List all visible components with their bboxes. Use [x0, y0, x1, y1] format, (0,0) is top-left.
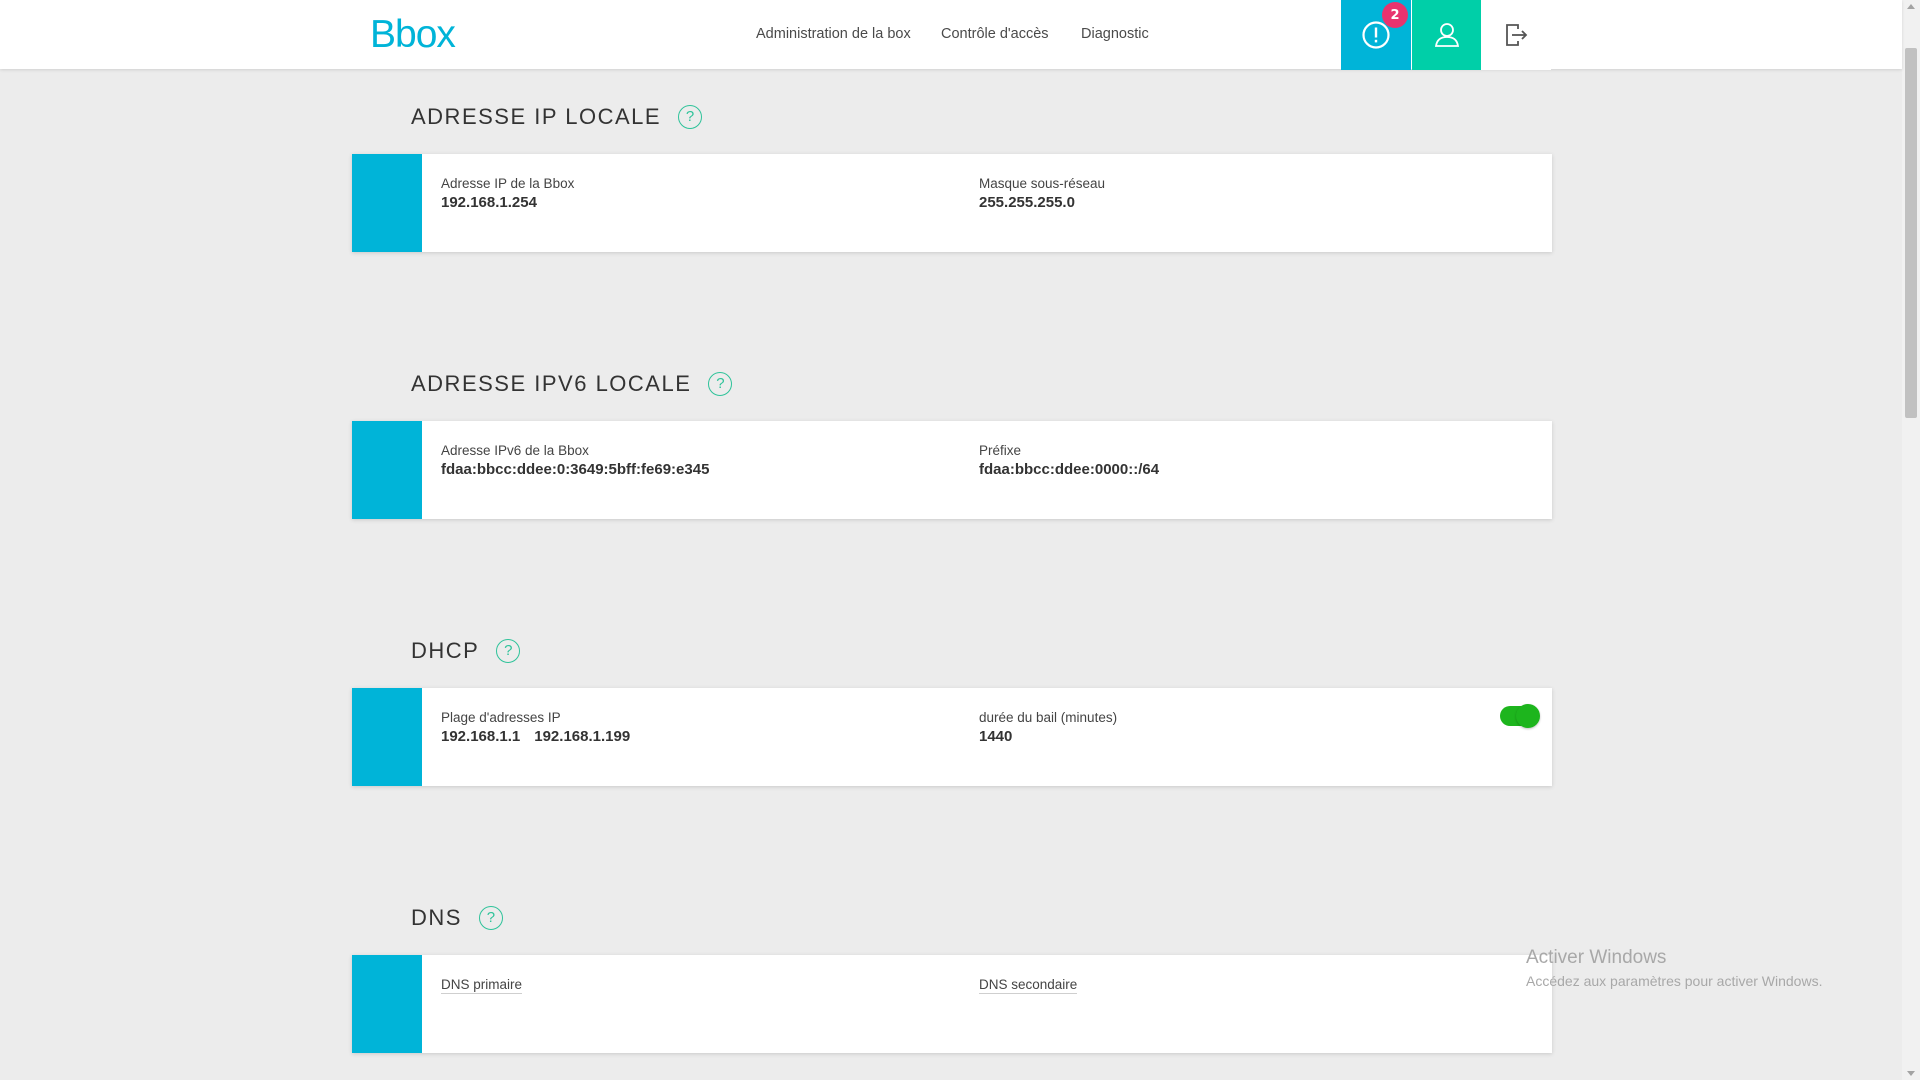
dhcp-toggle[interactable]	[1500, 704, 1540, 728]
subnet-mask-field: Masque sous-réseau 255.255.255.0	[979, 176, 1105, 211]
field-value: fdaa:bbcc:ddee:0000::/64	[979, 461, 1160, 478]
help-icon[interactable]: ?	[678, 105, 703, 129]
field-value: 192.168.1.1 192.168.1.199	[441, 728, 644, 745]
card-accent-bar	[352, 955, 422, 1053]
section-title-dhcp: DHCP ?	[411, 638, 521, 664]
user-icon	[1434, 23, 1460, 47]
ipv6-card: Adresse IPv6 de la Bbox fdaa:bbcc:ddee:0…	[352, 421, 1552, 519]
field-value: fdaa:bbcc:ddee:0:3649:5bff:fe69:e345	[441, 461, 710, 478]
watermark-line2: Accédez aux paramètres pour activer Wind…	[1526, 973, 1823, 989]
scroll-up-arrow-icon[interactable]	[1907, 4, 1915, 9]
nav-access-control[interactable]: Contrôle d'accès	[941, 0, 1049, 69]
lease-duration-field: durée du bail (minutes) 1440	[979, 710, 1117, 745]
scroll-down-arrow-icon[interactable]	[1907, 1071, 1915, 1076]
field-value: 1440	[979, 728, 1013, 745]
ipv6-address-field: Adresse IPv6 de la Bbox fdaa:bbcc:ddee:0…	[441, 443, 709, 478]
help-icon[interactable]: ?	[496, 639, 521, 663]
section-title-ipv4-text: ADRESSE IP LOCALE	[411, 104, 662, 129]
dns-secondary-field: DNS secondaire	[979, 977, 1078, 994]
nav-administration[interactable]: Administration de la box	[756, 0, 911, 69]
nav-diagnostic[interactable]: Diagnostic	[1081, 0, 1149, 69]
alert-count-badge: 2	[1382, 2, 1408, 28]
range-end-value: 192.168.1.199	[534, 728, 631, 745]
help-icon[interactable]: ?	[708, 372, 733, 396]
windows-activation-watermark: Activer Windows Accédez aux paramètres p…	[1526, 947, 1822, 989]
section-title-ipv4: ADRESSE IP LOCALE ?	[411, 104, 703, 130]
scrollbar-thumb[interactable]	[1905, 48, 1917, 418]
ipv4-card: Adresse IP de la Bbox 192.168.1.254 Masq…	[352, 154, 1552, 252]
section-title-dns: DNS ?	[411, 905, 503, 931]
toggle-knob	[1516, 704, 1540, 728]
field-label: DNS secondaire	[979, 977, 1078, 994]
dhcp-card: Plage d'adresses IP 192.168.1.1 192.168.1…	[352, 688, 1552, 786]
section-title-ipv6-text: ADRESSE IPV6 LOCALE	[411, 371, 692, 396]
field-label: Adresse IP de la Bbox	[441, 176, 575, 191]
ipv6-prefix-field: Préfixe fdaa:bbcc:ddee:0000::/64	[979, 443, 1159, 478]
account-button[interactable]	[1412, 0, 1482, 70]
card-accent-bar	[352, 421, 422, 519]
dns-card: DNS primaire DNS secondaire	[352, 955, 1552, 1053]
logout-button[interactable]	[1481, 0, 1551, 70]
section-title-dns-text: DNS	[411, 905, 462, 930]
vertical-scrollbar[interactable]	[1902, 0, 1920, 1080]
field-label: DNS primaire	[441, 977, 523, 994]
section-title-dhcp-text: DHCP	[411, 638, 480, 663]
ipv4-address-field: Adresse IP de la Bbox 192.168.1.254	[441, 176, 574, 211]
section-title-ipv6: ADRESSE IPV6 LOCALE ?	[411, 371, 733, 397]
logout-icon	[1506, 24, 1528, 46]
top-header: Bbox Administration de la box Contrôle d…	[0, 0, 1902, 70]
field-label: durée du bail (minutes)	[979, 710, 1118, 725]
card-accent-bar	[352, 688, 422, 786]
card-accent-bar	[352, 154, 422, 252]
field-value: 255.255.255.0	[979, 194, 1075, 211]
watermark-line1: Activer Windows	[1526, 947, 1667, 968]
dhcp-range-field: Plage d'adresses IP 192.168.1.1 192.168.1…	[441, 710, 644, 745]
field-label: Adresse IPv6 de la Bbox	[441, 443, 589, 458]
field-label: Masque sous-réseau	[979, 176, 1106, 191]
help-icon[interactable]: ?	[478, 906, 503, 930]
dns-primary-field: DNS primaire	[441, 977, 523, 994]
field-label: Plage d'adresses IP	[441, 710, 561, 725]
bbox-logo[interactable]: Bbox	[370, 13, 456, 57]
field-label: Préfixe	[979, 443, 1022, 458]
range-start-value: 192.168.1.1	[441, 728, 521, 745]
field-value: 192.168.1.254	[441, 194, 537, 211]
